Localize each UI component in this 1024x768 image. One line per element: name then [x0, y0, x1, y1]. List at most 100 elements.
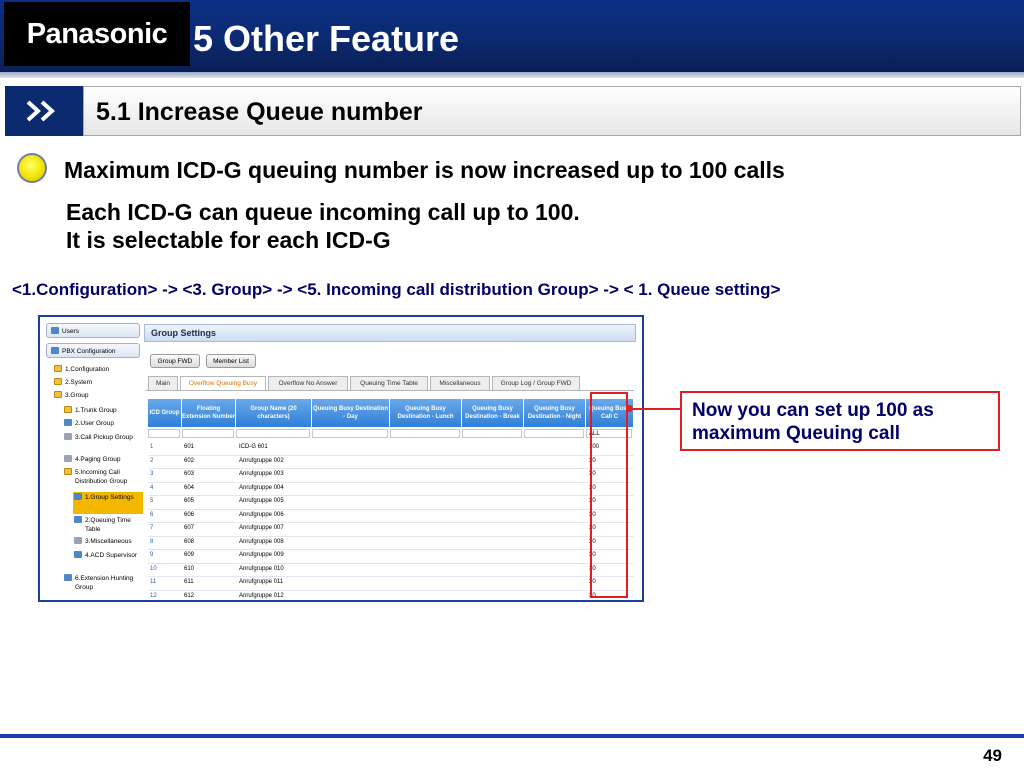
- folder-icon: [54, 391, 62, 398]
- description-line-2: It is selectable for each ICD-G: [66, 227, 391, 253]
- tab-overflow-no-answer[interactable]: Overflow No Answer: [268, 376, 348, 390]
- tab-group-log[interactable]: Group Log / Group FWD: [492, 376, 580, 390]
- page-number: 49: [983, 746, 1002, 765]
- sidebar-item-call-pickup[interactable]: 3.Call Pickup Group: [64, 433, 134, 442]
- double-chevron-icon: [5, 86, 83, 136]
- callout-connector: [629, 408, 681, 410]
- sidebar-users[interactable]: Users: [46, 323, 140, 338]
- floating-extension: 601: [184, 444, 195, 450]
- callout-text: Now you can set up 100 as maximum Queuin…: [692, 400, 934, 444]
- column-header[interactable]: Queuing Busy Destination - Lunch: [390, 399, 462, 427]
- table-row[interactable]: 4 604 Anrufgruppe 004 30: [148, 482, 634, 496]
- panel-title: Group Settings: [151, 328, 216, 338]
- folder-icon: [64, 406, 72, 413]
- column-header[interactable]: Group Name (20 characters): [236, 399, 312, 427]
- queue-settings-table: ICD Group Floating Extension Number Grou…: [148, 399, 634, 599]
- row-number: 5: [150, 498, 154, 504]
- filter-field[interactable]: [390, 429, 460, 438]
- navigation-path: <1.Configuration> -> <3. Group> -> <5. I…: [12, 280, 781, 299]
- row-number: 7: [150, 525, 154, 531]
- table-row[interactable]: 11 611 Anrufgruppe 011 30: [148, 576, 634, 591]
- yellow-bullet-icon: [17, 153, 47, 183]
- filter-field[interactable]: [148, 429, 180, 438]
- row-number: 12: [150, 592, 157, 599]
- table-row[interactable]: 8 608 Anrufgruppe 008 30: [148, 536, 634, 550]
- group-name: ICD-G 601: [239, 444, 268, 450]
- group-name: Anrufgruppe 004: [239, 484, 284, 491]
- supervisor-icon: [74, 551, 82, 558]
- floating-extension: 603: [184, 471, 195, 477]
- table-row[interactable]: 3 603 Anrufgruppe 003 30: [148, 468, 634, 483]
- misc-icon: [74, 537, 82, 544]
- slide-title: 5 Other Feature: [193, 18, 460, 59]
- row-number: 6: [150, 511, 154, 518]
- sidebar-item-group[interactable]: 3.Group: [54, 391, 89, 400]
- table-row[interactable]: 10 610 Anrufgruppe 010 30: [148, 563, 634, 577]
- sidebar: Users PBX Configuration 1.Configuration …: [40, 317, 143, 600]
- row-number: 11: [150, 579, 157, 585]
- tab-overflow-queuing-busy[interactable]: Overflow Queuing Busy: [180, 376, 266, 391]
- callout-dot: [626, 405, 633, 412]
- column-header[interactable]: ICD Group: [148, 399, 182, 427]
- table-row[interactable]: 5 605 Anrufgruppe 005 30: [148, 495, 634, 510]
- table-row[interactable]: 7 607 Anrufgruppe 007 30: [148, 522, 634, 537]
- group-name: Anrufgruppe 010: [239, 565, 284, 572]
- settings-icon: [74, 493, 82, 500]
- filter-field[interactable]: [236, 429, 310, 438]
- sidebar-item-paging-group[interactable]: 4.Paging Group: [64, 455, 121, 464]
- table-row[interactable]: 9 609 Anrufgruppe 009 30: [148, 549, 634, 564]
- group-name: Anrufgruppe 002: [239, 457, 284, 464]
- table-row[interactable]: 2 602 Anrufgruppe 002 30: [148, 455, 634, 469]
- sidebar-item-miscellaneous[interactable]: 3.Miscellaneous: [74, 537, 140, 546]
- sidebar-item-user-group[interactable]: 2.User Group: [64, 419, 114, 428]
- floating-extension: 610: [184, 565, 195, 572]
- sidebar-item-queuing-time[interactable]: 2.Queuing Time Table: [74, 516, 140, 534]
- column-header[interactable]: Floating Extension Number: [182, 399, 236, 427]
- group-name: Anrufgruppe 007: [239, 525, 284, 531]
- column-header[interactable]: Queuing Busy Destination - Break: [462, 399, 524, 427]
- folder-icon: [64, 468, 72, 475]
- header-bar: Panasonic 5 Other Feature: [0, 0, 1024, 72]
- sidebar-item-extension-hunting[interactable]: 6.Extension Hunting Group: [64, 574, 140, 592]
- folder-icon: [54, 365, 62, 372]
- group-fwd-button[interactable]: Group FWD: [150, 354, 200, 368]
- table-row[interactable]: 6 606 Anrufgruppe 006 30: [148, 509, 634, 523]
- floating-extension: 606: [184, 511, 195, 518]
- filter-field[interactable]: [312, 429, 388, 438]
- tab-queuing-time-table[interactable]: Queuing Time Table: [350, 376, 428, 390]
- column-header[interactable]: Queuing Busy Destination - Day: [312, 399, 390, 427]
- floating-extension: 605: [184, 498, 195, 504]
- folder-icon: [54, 378, 62, 385]
- row-number: 10: [150, 565, 157, 572]
- sidebar-item-acd-supervisor[interactable]: 4.ACD Supervisor: [74, 551, 140, 560]
- group-name: Anrufgruppe 006: [239, 511, 284, 518]
- sidebar-item-trunk-group[interactable]: 1.Trunk Group: [64, 406, 117, 415]
- filter-field[interactable]: [462, 429, 522, 438]
- floating-extension: 604: [184, 484, 195, 491]
- filter-field[interactable]: [524, 429, 584, 438]
- section-title: 5.1 Increase Queue number: [96, 98, 423, 126]
- table-icon: [74, 516, 82, 523]
- sidebar-pbx-configuration[interactable]: PBX Configuration: [46, 343, 140, 358]
- column-header[interactable]: Queuing Busy Destination - Night: [524, 399, 586, 427]
- sidebar-item-group-settings[interactable]: 1.Group Settings: [74, 493, 140, 502]
- table-row[interactable]: 1 601 ICD-G 601 100: [148, 441, 634, 456]
- sidebar-item-configuration[interactable]: 1.Configuration: [54, 365, 109, 374]
- header-divider: [0, 72, 1024, 78]
- member-list-button[interactable]: Member List: [206, 354, 256, 368]
- hunting-icon: [64, 574, 72, 581]
- tab-main[interactable]: Main: [148, 376, 178, 390]
- sidebar-item-system[interactable]: 2.System: [54, 378, 92, 387]
- paging-icon: [64, 455, 72, 462]
- group-name: Anrufgruppe 003: [239, 471, 284, 477]
- tab-miscellaneous[interactable]: Miscellaneous: [430, 376, 490, 390]
- sidebar-item-icd-group[interactable]: 5.Incoming Call Distribution Group: [64, 468, 140, 486]
- section-bar: 5.1 Increase Queue number: [83, 86, 1021, 136]
- row-number: 8: [150, 538, 154, 545]
- floating-extension: 602: [184, 457, 195, 464]
- filter-field[interactable]: [182, 429, 234, 438]
- floating-extension: 609: [184, 552, 195, 558]
- table-row[interactable]: 12 612 Anrufgruppe 012 30: [148, 590, 634, 600]
- panasonic-logo: Panasonic: [4, 2, 190, 66]
- users-icon: [51, 327, 59, 334]
